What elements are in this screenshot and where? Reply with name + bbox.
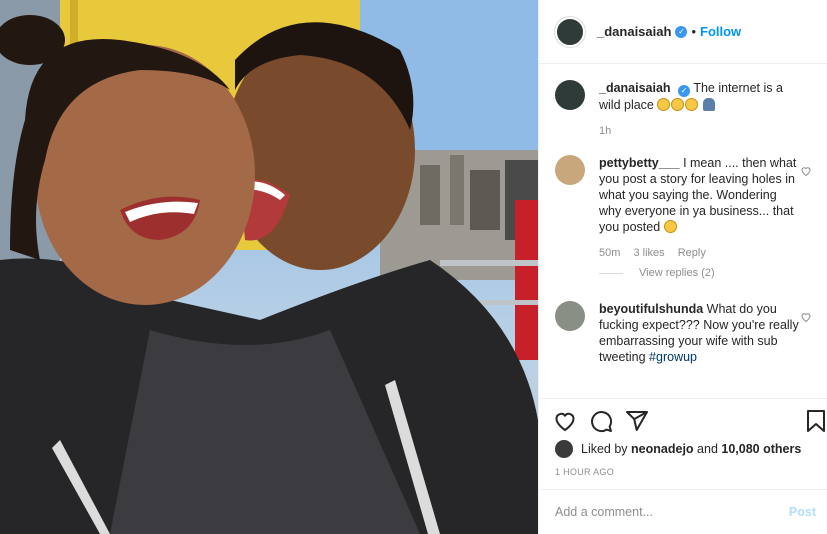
- likes-and: and: [697, 442, 718, 456]
- header-separator: •: [691, 24, 696, 39]
- person-emoji-icon: [702, 98, 715, 111]
- share-icon[interactable]: [625, 409, 649, 433]
- caption-username[interactable]: _danaisaiah: [599, 81, 671, 95]
- verified-badge-icon: ✓: [678, 85, 691, 97]
- comment-likes[interactable]: 3 likes: [633, 247, 664, 259]
- post-sidebar: _danaisaiah ✓ • Follow _danaisaiah ✓ The…: [538, 0, 827, 534]
- commenter-avatar[interactable]: [555, 301, 585, 331]
- likes-summary[interactable]: Liked by neonadejo and 10,080 others: [555, 440, 801, 458]
- comment-body: pettybetty___ I mean .... then what you …: [599, 155, 799, 261]
- comment-input-bar: Add a comment... Post: [539, 489, 827, 534]
- comment-like-heart-icon[interactable]: [800, 165, 812, 177]
- comment-icon[interactable]: [589, 409, 613, 433]
- emoji-icon: [657, 98, 699, 112]
- post-timestamp[interactable]: 1 HOUR AGO: [555, 467, 614, 477]
- likes-count[interactable]: 10,080 others: [721, 442, 801, 456]
- verified-badge-icon: ✓: [675, 25, 688, 38]
- view-replies-label[interactable]: View replies (2): [639, 267, 715, 279]
- comment-like-heart-icon[interactable]: [800, 311, 812, 323]
- bookmark-icon[interactable]: [805, 409, 827, 433]
- post-header: _danaisaiah ✓ • Follow: [539, 0, 827, 64]
- photo-illustration: [0, 0, 538, 534]
- comment-time[interactable]: 50m: [599, 247, 620, 259]
- follow-button[interactable]: Follow: [700, 24, 741, 39]
- author-avatar[interactable]: [555, 16, 585, 47]
- likes-prefix: Liked by: [581, 442, 628, 456]
- instagram-post-modal: _danaisaiah ✓ • Follow _danaisaiah ✓ The…: [0, 0, 827, 534]
- emoji-icon: [663, 220, 677, 233]
- caption-body: _danaisaiah ✓ The internet is a wild pla…: [599, 80, 799, 139]
- heart-icon[interactable]: [553, 409, 577, 433]
- comment-row: beyoutifulshunda What do you fucking exp…: [555, 301, 812, 365]
- comment-meta: 50m 3 likes Reply: [599, 245, 799, 261]
- commenter-avatar[interactable]: [555, 155, 585, 185]
- liker-avatar[interactable]: [555, 440, 573, 458]
- liker-username[interactable]: neonadejo: [631, 442, 694, 456]
- comment-username[interactable]: pettybetty___: [599, 156, 680, 170]
- comment-row: pettybetty___ I mean .... then what you …: [555, 155, 812, 261]
- post-photo[interactable]: [0, 0, 538, 534]
- view-replies-button[interactable]: View replies (2): [599, 267, 812, 279]
- author-username[interactable]: _danaisaiah: [597, 24, 671, 39]
- reply-button[interactable]: Reply: [678, 247, 706, 259]
- comments-list: _danaisaiah ✓ The internet is a wild pla…: [539, 64, 827, 398]
- replies-divider: [599, 272, 623, 274]
- comment-body: beyoutifulshunda What do you fucking exp…: [599, 301, 799, 365]
- author-avatar[interactable]: [555, 80, 585, 110]
- caption-row: _danaisaiah ✓ The internet is a wild pla…: [555, 80, 812, 139]
- post-comment-button[interactable]: Post: [789, 505, 816, 519]
- post-actions: [539, 398, 827, 438]
- caption-time: 1h: [599, 125, 612, 137]
- hashtag-link[interactable]: #growup: [649, 350, 697, 364]
- comment-input[interactable]: Add a comment...: [555, 505, 653, 519]
- comment-username[interactable]: beyoutifulshunda: [599, 302, 703, 316]
